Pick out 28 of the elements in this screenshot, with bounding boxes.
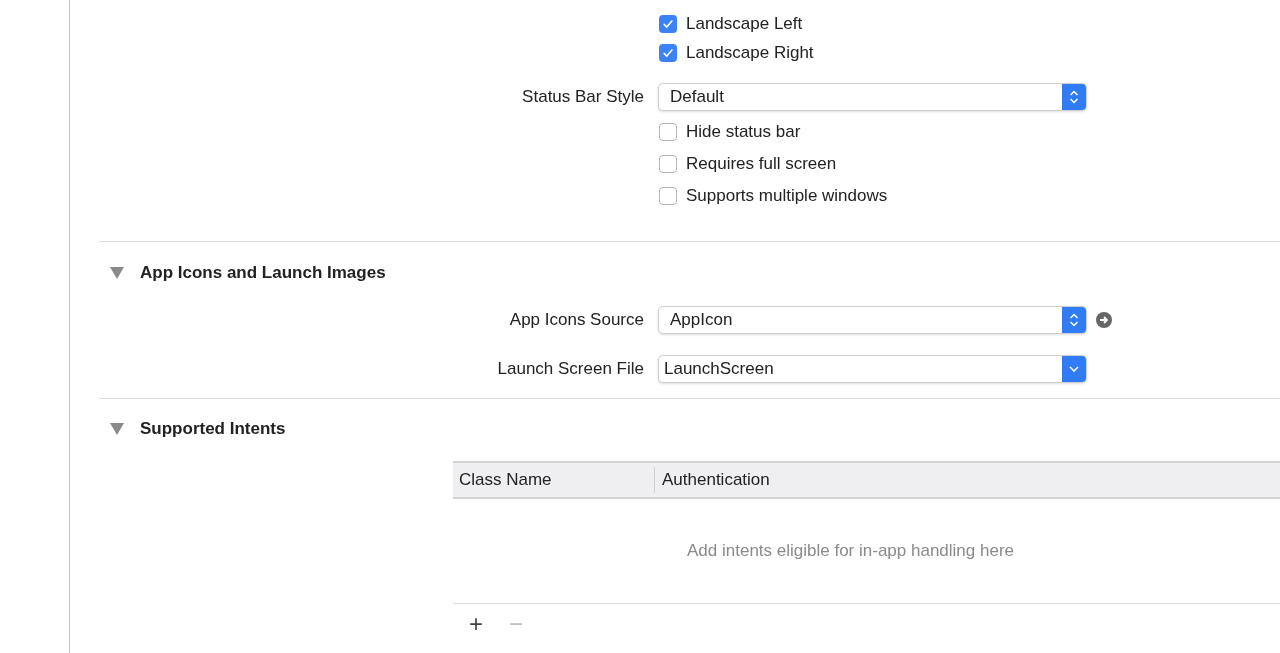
empty-table-message: Add intents eligible for in-app handling here [687, 540, 1014, 563]
column-header[interactable]: Authentication [655, 467, 1280, 493]
up-down-chevron-icon [1069, 89, 1079, 105]
arrow-right-circle-icon[interactable] [1096, 312, 1112, 328]
field-label: Status Bar Style [521, 86, 645, 109]
add-button[interactable]: + [461, 612, 491, 636]
disclosure-triangle-icon[interactable] [110, 423, 124, 435]
field-label: App Icons Source [508, 309, 645, 332]
combo-box[interactable]: LaunchScreen [658, 355, 1087, 383]
checkbox-label: Landscape Left [686, 12, 803, 35]
popup-button[interactable]: Default [658, 83, 1087, 111]
checkbox[interactable] [659, 14, 677, 33]
column-header[interactable]: Class Name [453, 467, 655, 493]
field-label: Launch Screen File [496, 358, 645, 381]
popup-button[interactable]: AppIcon [658, 306, 1087, 334]
checkbox[interactable] [659, 43, 677, 62]
disclosure-triangle-icon[interactable] [110, 267, 124, 279]
checkbox-label: Supports multiple windows [686, 185, 888, 208]
checkbox[interactable] [659, 155, 677, 173]
checkbox-label: Hide status bar [686, 121, 801, 144]
chevron-down-icon [1069, 366, 1079, 372]
checkbox-label: Requires full screen [686, 153, 837, 176]
section-title: Supported Intents [140, 418, 286, 441]
checkbox[interactable] [659, 187, 677, 205]
checkbox[interactable] [659, 123, 677, 141]
up-down-chevron-icon [1069, 312, 1079, 328]
checkbox-label: Landscape Right [686, 41, 814, 64]
section-title: App Icons and Launch Images [140, 262, 386, 285]
